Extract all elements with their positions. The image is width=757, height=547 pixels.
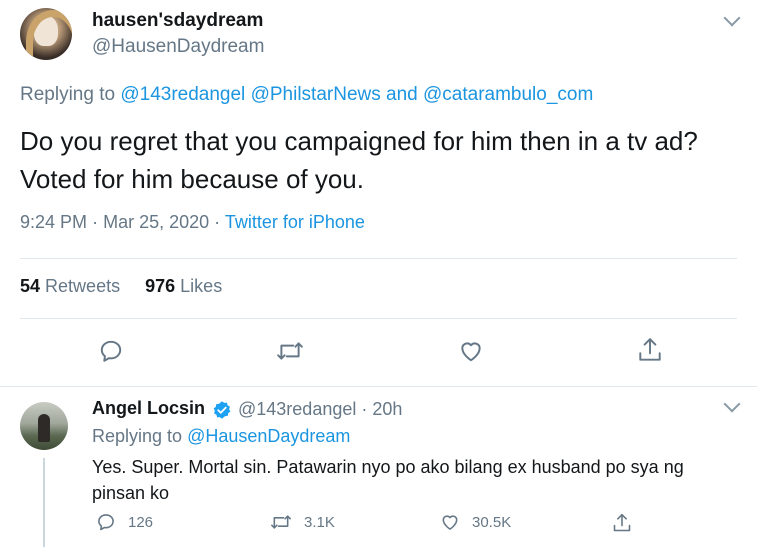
like-count: 30.5K <box>472 513 512 531</box>
retweets-label: Retweets <box>45 276 121 296</box>
reply-icon <box>98 514 114 531</box>
divider <box>0 386 757 387</box>
like-button[interactable]: 30.5K <box>440 512 511 532</box>
retweet-count: 3.1K <box>304 513 335 531</box>
replying-to-label: Replying to <box>92 426 183 446</box>
mention-link[interactable]: @PhilstarNews <box>251 84 381 105</box>
reply-icon <box>100 340 122 362</box>
replying-to: Replying to @HausenDaydream <box>92 426 350 447</box>
reply-button[interactable] <box>98 338 124 364</box>
share-button[interactable] <box>637 336 663 364</box>
display-name[interactable]: hausen'sdaydream <box>92 10 263 32</box>
likes-count: 976 <box>145 276 176 296</box>
display-name[interactable]: Angel Locsin <box>92 398 205 419</box>
share-icon <box>613 513 631 532</box>
reply-tweet[interactable]: Angel Locsin @143redangel · 20h Replying… <box>0 388 757 547</box>
user-handle-time[interactable]: @143redangel · 20h <box>238 399 402 420</box>
mention-link[interactable]: @HausenDaydream <box>187 426 350 446</box>
retweet-button[interactable]: 3.1K <box>270 512 335 532</box>
share-icon <box>639 338 661 361</box>
chevron-down-icon[interactable] <box>723 395 741 413</box>
mention-conjunction: and <box>386 84 418 105</box>
replying-to: Replying to @143redangel @PhilstarNews a… <box>20 84 593 106</box>
tweet-stats: 54 Retweets 976 Likes <box>20 276 222 297</box>
chevron-down-icon[interactable] <box>723 9 741 27</box>
reply-button[interactable]: 126 <box>96 512 153 532</box>
heart-icon <box>461 342 481 362</box>
tweet-date[interactable]: Mar 25, 2020 <box>103 212 209 232</box>
likes-label: Likes <box>180 276 223 296</box>
heart-icon <box>442 515 458 530</box>
meta-separator: · <box>214 212 221 232</box>
retweets-count: 54 <box>20 276 41 296</box>
like-button[interactable] <box>458 338 484 364</box>
retweet-button[interactable] <box>276 338 304 364</box>
reply-count: 126 <box>128 513 154 531</box>
avatar[interactable] <box>20 402 68 450</box>
tweet-time[interactable]: 9:24 PM <box>20 212 87 232</box>
verified-badge-icon <box>213 401 231 419</box>
avatar[interactable] <box>20 8 72 60</box>
tweet-meta: 9:24 PM · Mar 25, 2020 · Twitter for iPh… <box>20 212 365 233</box>
main-tweet: hausen'sdaydream @HausenDaydream Replyin… <box>0 0 757 388</box>
user-handle[interactable]: @HausenDaydream <box>92 36 264 58</box>
tweet-text: Do you regret that you campaigned for hi… <box>20 126 698 194</box>
share-button[interactable] <box>612 512 632 534</box>
retweet-icon <box>277 342 303 360</box>
divider <box>20 258 737 259</box>
thread-line <box>43 458 45 547</box>
divider <box>20 318 737 319</box>
retweet-icon <box>271 515 291 529</box>
mention-link[interactable]: @143redangel <box>120 84 245 105</box>
mention-link[interactable]: @catarambulo_com <box>423 84 593 105</box>
retweets-stat[interactable]: 54 Retweets <box>20 276 120 296</box>
likes-stat[interactable]: 976 Likes <box>145 276 222 296</box>
tweet-source[interactable]: Twitter for iPhone <box>225 212 365 232</box>
replying-to-label: Replying to <box>20 84 116 105</box>
meta-separator: · <box>92 212 99 232</box>
tweet-text: Yes. Super. Mortal sin. Patawarin nyo po… <box>92 457 684 503</box>
